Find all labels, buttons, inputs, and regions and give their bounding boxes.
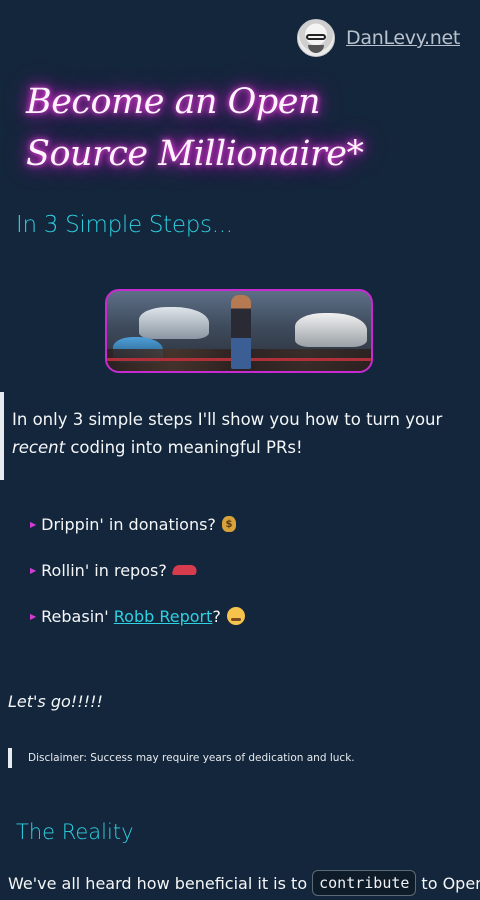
section-text-before: We've all heard how beneficial it is to — [8, 873, 308, 893]
robb-report-link[interactable]: Robb Report — [114, 607, 213, 626]
author-avatar[interactable] — [297, 19, 336, 57]
list-item-text: Drippin' in donations? — [41, 514, 216, 534]
lets-go-text: Let's go!!!!! — [8, 692, 103, 711]
avatar-glasses — [306, 34, 327, 40]
page-subtitle: In 3 Simple Steps... — [16, 212, 233, 238]
section-heading: The Reality — [16, 820, 134, 844]
list-item: ▶ Rebasin' Robb Report ? — [30, 604, 245, 628]
section-text-after: to Open — [421, 873, 480, 893]
bullet-marker-icon: ▶ — [30, 519, 37, 529]
central-figure — [231, 295, 251, 369]
list-item-text: Rollin' in repos? — [41, 560, 167, 580]
intro-blockquote: In only 3 simple steps I'll show you how… — [0, 392, 460, 480]
disclaimer-text: Disclaimer: Success may require years of… — [28, 752, 355, 764]
top-bar: DanLevy.net — [297, 19, 460, 57]
face-with-cowboy-hat-icon — [226, 607, 245, 625]
list-item: ▶ Drippin' in donations? $ — [30, 512, 245, 536]
bullet-marker-icon: ▶ — [30, 565, 37, 575]
site-home-link[interactable]: DanLevy.net — [346, 27, 460, 49]
intro-text-after: coding into meaningful PRs! — [65, 438, 303, 457]
disclaimer-blockquote: Disclaimer: Success may require years of… — [8, 748, 355, 768]
intro-text-before: In only 3 simple steps I'll show you how… — [12, 410, 443, 429]
hero-image — [105, 289, 373, 373]
list-item-text-before: Rebasin' — [41, 606, 114, 626]
list-item: ▶ Rollin' in repos? — [30, 558, 245, 582]
steps-list: ▶ Drippin' in donations? $ ▶ Rollin' in … — [30, 512, 245, 650]
avatar-beard — [308, 45, 325, 53]
race-car-icon — [171, 565, 199, 575]
intro-emphasis: recent — [12, 438, 66, 457]
car-right — [295, 313, 367, 347]
section-paragraph: We've all heard how beneficial it is to … — [8, 870, 480, 896]
car-left — [139, 307, 209, 339]
bullet-marker-icon: ▶ — [30, 611, 37, 621]
intro-paragraph: In only 3 simple steps I'll show you how… — [12, 406, 460, 462]
inline-code: contribute — [312, 870, 417, 896]
list-item-text-after: ? — [212, 606, 221, 626]
money-bag-icon: $ — [221, 516, 236, 532]
page-title: Become an Open Source Millionaire* — [26, 82, 364, 174]
